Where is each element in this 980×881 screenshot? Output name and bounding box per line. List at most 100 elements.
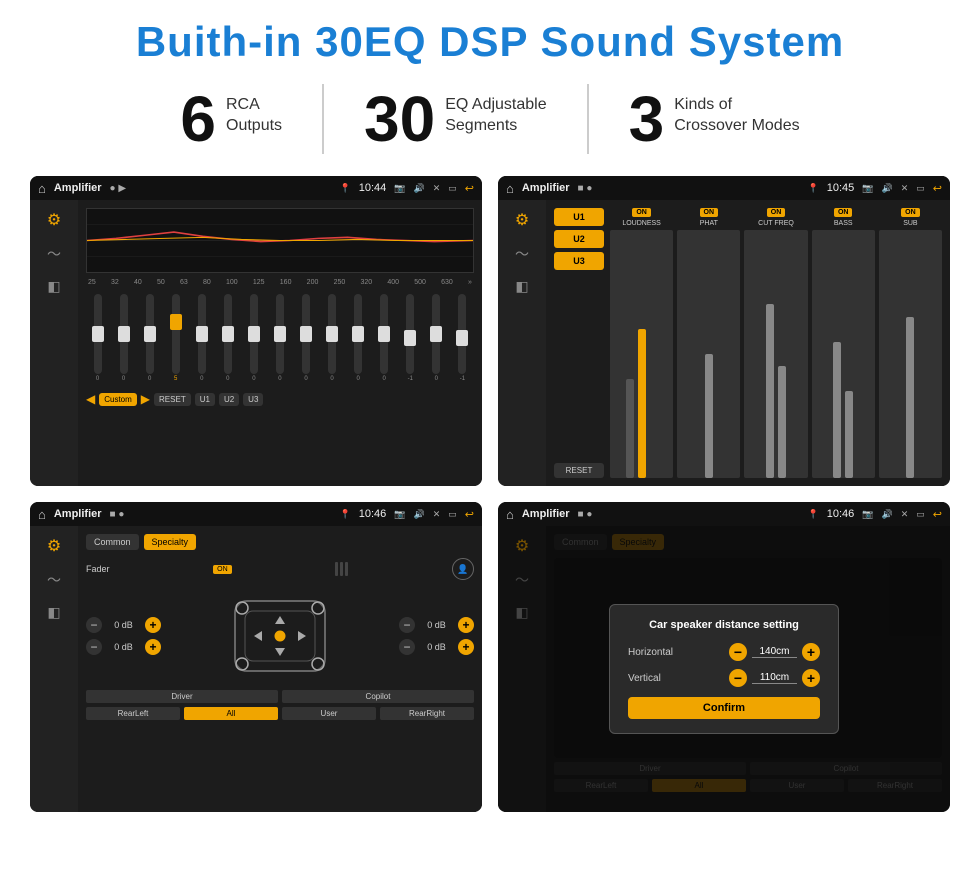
topbar-dots-3: ■ ●: [110, 509, 332, 520]
user-btn[interactable]: User: [282, 707, 376, 720]
u3-btn-2[interactable]: U3: [554, 252, 604, 270]
topbar-dots-2: ■ ●: [578, 183, 800, 194]
fader-slider-mini: [335, 562, 348, 576]
eq-main: 253240 506380 100125160 200250320 400500…: [78, 200, 482, 486]
topbar-rect-4: ▭: [916, 509, 925, 520]
u1-btn-2[interactable]: U1: [554, 208, 604, 226]
eq-bottom: ◀ Custom ▶ RESET U1 U2 U3: [86, 392, 474, 406]
u1-btn-1[interactable]: U1: [195, 393, 215, 406]
channel-sub: ON SUB: [879, 208, 942, 478]
dialog-horizontal-plus[interactable]: +: [802, 643, 820, 661]
screen-crossover: ⌂ Amplifier ■ ● 📍 10:45 📷 🔊 ✕ ▭ ↩ ⚙ 〜 ◧: [498, 176, 950, 486]
vol-row-rr: − 0 dB +: [399, 639, 474, 655]
car-layout: − 0 dB + − 0 dB +: [86, 586, 474, 686]
tab-common[interactable]: Common: [86, 534, 139, 550]
u3-btn-1[interactable]: U3: [243, 393, 263, 406]
eq-sliders: 0 0 0 5 0 0 0 0 0 0 0 0 -1 0 -1: [86, 292, 474, 382]
topbar-rect-2: ▭: [916, 183, 925, 194]
bottom-nav-3: Driver Copilot: [86, 690, 474, 703]
vol-plus-fl[interactable]: +: [145, 617, 161, 633]
screen-body-3: ⚙ 〜 ◧ Common Specialty Fader ON: [30, 526, 482, 812]
topbar-4: ⌂ Amplifier ■ ● 📍 10:46 📷 🔊 ✕ ▭ ↩: [498, 502, 950, 526]
eq-slider-6: 0: [242, 294, 265, 382]
topbar-time-2: 10:45: [827, 182, 855, 194]
crossover-channels: ON LOUDNESS ON PHAT: [610, 208, 942, 478]
stat-rca: 6 RCA Outputs: [140, 87, 322, 151]
stat-eq-label: EQ Adjustable Segments: [445, 87, 546, 137]
speaker-icon-1: ◧: [47, 278, 60, 295]
topbar-time-1: 10:44: [359, 182, 387, 194]
on-badge-sub: ON: [901, 208, 920, 217]
vol-minus-fl[interactable]: −: [86, 617, 102, 633]
topbar-rect-3: ▭: [448, 509, 457, 520]
topbar-title-4: Amplifier: [522, 508, 570, 520]
on-badge-bass: ON: [834, 208, 853, 217]
rearright-btn[interactable]: RearRight: [380, 707, 474, 720]
vol-row-fl: − 0 dB +: [86, 617, 161, 633]
home-icon-4: ⌂: [506, 507, 514, 522]
eq-slider-3: 5: [164, 294, 187, 382]
tab-specialty[interactable]: Specialty: [144, 534, 197, 550]
fader-circle-btn[interactable]: 👤: [452, 558, 474, 580]
stat-rca-label: RCA Outputs: [226, 87, 282, 137]
reset-btn-2[interactable]: RESET: [554, 463, 604, 478]
topbar-title-1: Amplifier: [54, 182, 102, 194]
dialog-vertical-value: 110cm: [752, 672, 797, 684]
fader-row-controls: Fader ON 👤: [86, 558, 474, 580]
topbar-x-2: ✕: [901, 183, 909, 194]
vol-minus-rl[interactable]: −: [86, 639, 102, 655]
screenshots-grid: ⌂ Amplifier ● ▶ 📍 10:44 📷 🔊 ✕ ▭ ↩ ⚙ 〜 ◧: [30, 176, 950, 812]
wave-icon-2: 〜: [515, 244, 529, 264]
fader-label: Fader: [86, 564, 110, 574]
home-icon-3: ⌂: [38, 507, 46, 522]
vol-plus-rl[interactable]: +: [145, 639, 161, 655]
eq-slider-11: 0: [373, 294, 396, 382]
topbar-vol-4: 🔊: [882, 509, 893, 520]
dialog-vertical-plus[interactable]: +: [802, 669, 820, 687]
eq-icon-3: ⚙: [47, 536, 61, 556]
eq-slider-2: 0: [138, 294, 161, 382]
driver-btn[interactable]: Driver: [86, 690, 278, 703]
on-badge-phat: ON: [700, 208, 719, 217]
crossover-u-btns: U1 U2 U3 RESET: [554, 208, 604, 478]
eq-slider-9: 0: [321, 294, 344, 382]
vol-plus-fr[interactable]: +: [458, 617, 474, 633]
screen-dialog: ⌂ Amplifier ■ ● 📍 10:46 📷 🔊 ✕ ▭ ↩ ⚙ 〜 ◧: [498, 502, 950, 812]
u2-btn-1[interactable]: U2: [219, 393, 239, 406]
eq-slider-4: 0: [190, 294, 213, 382]
home-icon-2: ⌂: [506, 181, 514, 196]
stat-eq: 30 EQ Adjustable Segments: [324, 87, 587, 151]
topbar-dots-4: ■ ●: [578, 509, 800, 520]
stat-crossover-label: Kinds of Crossover Modes: [674, 87, 799, 137]
topbar-vol-1: 🔊: [414, 183, 425, 194]
dialog-horizontal-value: 140cm: [752, 646, 797, 658]
topbar-x-4: ✕: [901, 509, 909, 520]
vol-minus-fr[interactable]: −: [399, 617, 415, 633]
sidebar-2: ⚙ 〜 ◧: [498, 200, 546, 486]
vol-minus-rr[interactable]: −: [399, 639, 415, 655]
copilot-btn[interactable]: Copilot: [282, 690, 474, 703]
u2-btn-2[interactable]: U2: [554, 230, 604, 248]
confirm-button[interactable]: Confirm: [628, 697, 820, 719]
dialog-horizontal-minus[interactable]: −: [729, 643, 747, 661]
wave-icon-3: 〜: [47, 570, 61, 590]
topbar-1: ⌂ Amplifier ● ▶ 📍 10:44 📷 🔊 ✕ ▭ ↩: [30, 176, 482, 200]
dialog-horizontal-controls: − 140cm +: [729, 643, 820, 661]
screen-eq: ⌂ Amplifier ● ▶ 📍 10:44 📷 🔊 ✕ ▭ ↩ ⚙ 〜 ◧: [30, 176, 482, 486]
topbar-back-1: ↩: [465, 182, 474, 195]
custom-btn[interactable]: Custom: [99, 393, 137, 406]
eq-icon-1: ⚙: [47, 210, 61, 230]
label-cutfreq: CUT FREQ: [758, 220, 794, 227]
stat-crossover-number: 3: [629, 87, 665, 151]
rearleft-btn[interactable]: RearLeft: [86, 707, 180, 720]
reset-btn-1[interactable]: RESET: [154, 393, 191, 406]
on-badge-cutfreq: ON: [767, 208, 786, 217]
all-btn[interactable]: All: [184, 707, 278, 720]
vol-plus-rr[interactable]: +: [458, 639, 474, 655]
speaker-icon-3: ◧: [47, 604, 60, 621]
topbar-2: ⌂ Amplifier ■ ● 📍 10:45 📷 🔊 ✕ ▭ ↩: [498, 176, 950, 200]
fader-tabs: Common Specialty: [86, 534, 474, 550]
dialog-vertical-minus[interactable]: −: [729, 669, 747, 687]
eq-slider-5: 0: [216, 294, 239, 382]
screen-body-2: ⚙ 〜 ◧ U1 U2 U3 RESET ON LOU: [498, 200, 950, 486]
